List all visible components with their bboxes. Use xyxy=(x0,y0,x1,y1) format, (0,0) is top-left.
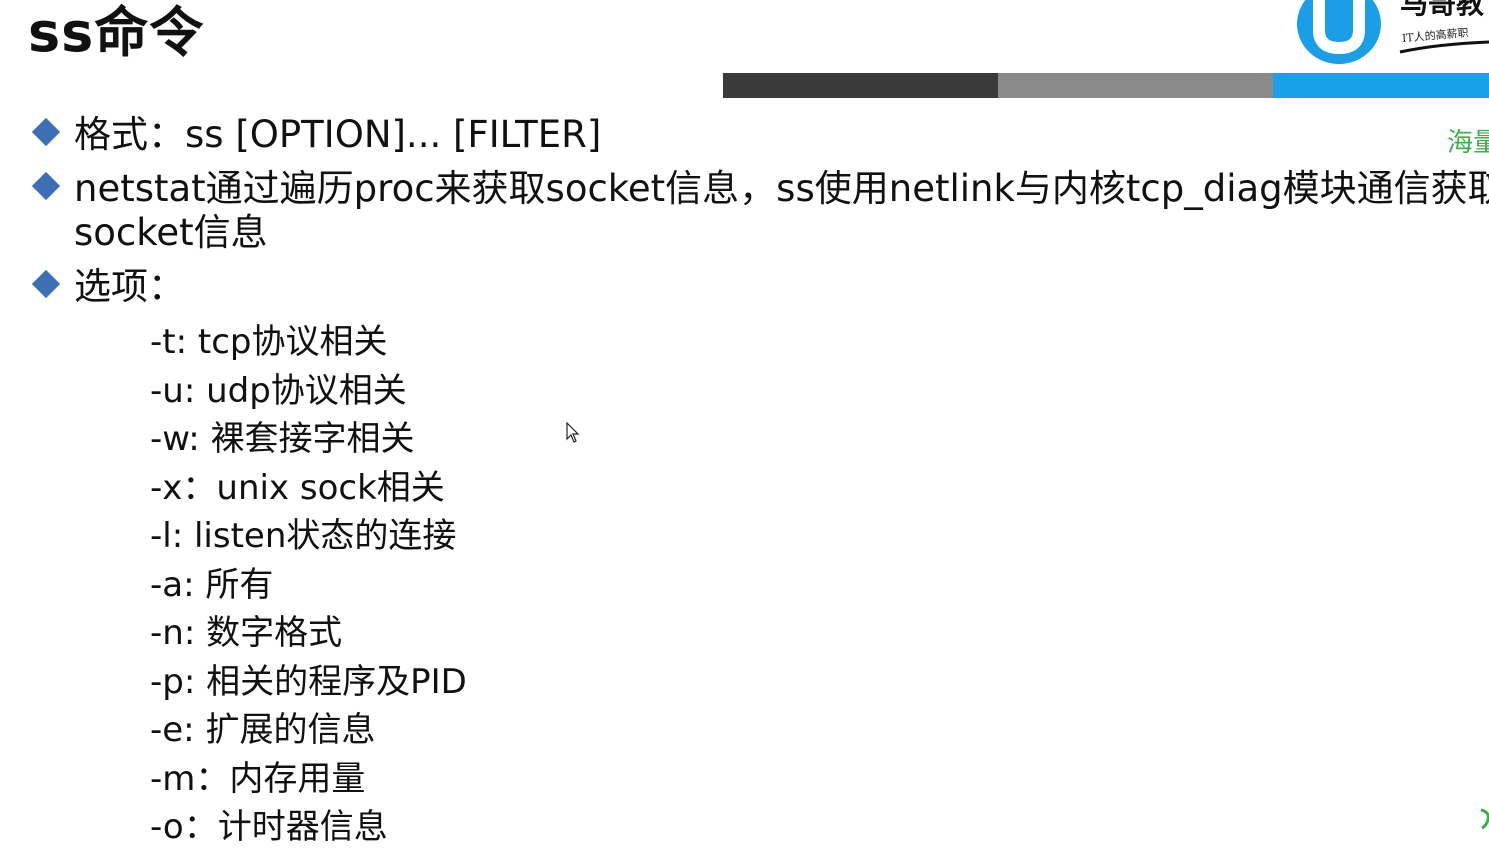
slide-title: ss命令 xyxy=(28,1,205,64)
green-mark-icon xyxy=(1480,808,1489,830)
option-item-w: -w: 裸套接字相关 xyxy=(150,419,415,459)
bullet-diamond-icon xyxy=(31,117,61,147)
option-item-o: -o：计时器信息 xyxy=(150,807,388,847)
header-bar-dark-segment xyxy=(723,73,998,98)
header-color-bar xyxy=(723,73,1489,98)
option-item-x: -x：unix sock相关 xyxy=(150,467,445,508)
bullet-text: netstat通过遍历proc来获取socket信息，ss使用netlink与内… xyxy=(74,167,1489,210)
option-item-a: -a: 所有 xyxy=(150,564,274,605)
bullet-diamond-icon xyxy=(31,171,61,201)
side-note: 海量 xyxy=(1447,128,1489,158)
bullet-continuation: socket信息 xyxy=(74,211,268,254)
bullet-diamond-icon xyxy=(31,269,61,299)
option-item-t: -t: tcp协议相关 xyxy=(150,322,388,362)
logo-text: 马哥教 xyxy=(1400,0,1485,20)
mouse-cursor-icon xyxy=(566,422,580,443)
option-item-n: -n: 数字格式 xyxy=(150,613,343,653)
option-item-p: -p: 相关的程序及PID xyxy=(150,661,467,702)
option-item-l: -l: listen状态的连接 xyxy=(150,516,457,556)
header-bar-blue-segment xyxy=(1273,73,1489,98)
bullet-text: 选项： xyxy=(74,265,185,308)
options-list: -t: tcp协议相关 -u: udp协议相关 -w: 裸套接字相关 -x：un… xyxy=(150,320,467,850)
bullet-text: 格式：ss [OPTION]... [FILTER] xyxy=(74,113,602,156)
header-bar-gray-segment xyxy=(998,73,1273,98)
option-item-u: -u: udp协议相关 xyxy=(150,370,407,411)
logo-icon xyxy=(1297,0,1381,64)
logo-swoosh xyxy=(1399,40,1489,54)
option-item-e: -e: 扩展的信息 xyxy=(150,710,376,750)
option-item-m: -m：内存用量 xyxy=(150,758,366,799)
